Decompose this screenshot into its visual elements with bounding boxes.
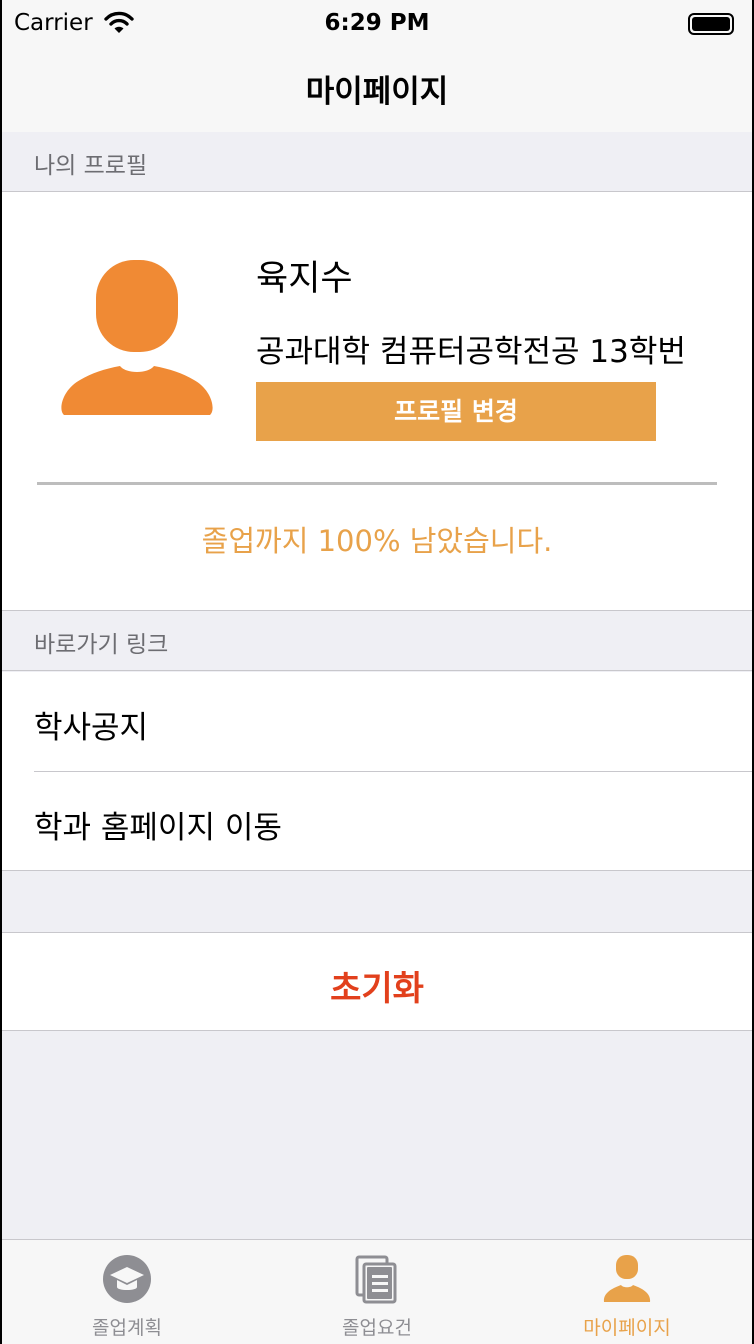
links-section-header: 바로가기 링크 bbox=[2, 611, 752, 671]
profile-section-title: 나의 프로필 bbox=[34, 153, 148, 179]
documents-icon bbox=[355, 1255, 397, 1304]
status-time: 6:29 PM bbox=[324, 10, 430, 36]
tab-graduation-plan[interactable]: 졸업계획 bbox=[2, 1240, 252, 1344]
profile-name: 육지수 bbox=[256, 259, 353, 299]
tab-label: 졸업계획 bbox=[92, 1317, 162, 1339]
profile-divider bbox=[37, 482, 717, 485]
tab-label: 마이페이지 bbox=[583, 1317, 671, 1339]
links-section-title: 바로가기 링크 bbox=[34, 632, 169, 658]
profile-section-header: 나의 프로필 bbox=[2, 132, 752, 192]
link-academic-notice[interactable]: 학사공지 bbox=[2, 672, 752, 771]
link-label: 학사공지 bbox=[34, 710, 149, 746]
graduation-progress-text: 졸업까지 100% 남았습니다. bbox=[201, 524, 553, 558]
avatar bbox=[61, 260, 213, 415]
tab-label: 졸업요건 bbox=[342, 1317, 412, 1339]
avatar-body bbox=[61, 366, 213, 415]
battery-icon bbox=[688, 13, 734, 35]
tab-bar: 졸업계획 졸업요건 마이페이지 bbox=[2, 1239, 752, 1344]
person-icon bbox=[603, 1255, 651, 1302]
tab-graduation-requirements[interactable]: 졸업요건 bbox=[252, 1240, 502, 1344]
reset-label: 초기화 bbox=[330, 969, 424, 1009]
page-title: 마이페이지 bbox=[305, 74, 449, 110]
links-list: 학사공지 학과 홈페이지 이동 bbox=[2, 672, 752, 871]
link-label: 학과 홈페이지 이동 bbox=[34, 810, 282, 846]
link-department-homepage[interactable]: 학과 홈페이지 이동 bbox=[2, 772, 752, 871]
tab-my-page[interactable]: 마이페이지 bbox=[502, 1240, 752, 1344]
graduation-cap-icon bbox=[103, 1255, 151, 1303]
avatar-head bbox=[96, 260, 178, 352]
profile-department: 공과대학 컴퓨터공학전공 13학번 bbox=[256, 334, 686, 370]
profile-card: 육지수 공과대학 컴퓨터공학전공 13학번 프로필 변경 졸업까지 100% 남… bbox=[2, 192, 752, 611]
status-bar: Carrier 6:29 PM bbox=[2, 0, 752, 48]
navigation-bar: Carrier 6:29 PM 마이페이지 bbox=[2, 0, 752, 133]
phone-screen: Carrier 6:29 PM 마이페이지 나의 프로필 육지수 공과대학 컴퓨… bbox=[2, 0, 752, 1344]
edit-profile-button[interactable]: 프로필 변경 bbox=[256, 382, 656, 441]
reset-button[interactable]: 초기화 bbox=[2, 932, 752, 1031]
